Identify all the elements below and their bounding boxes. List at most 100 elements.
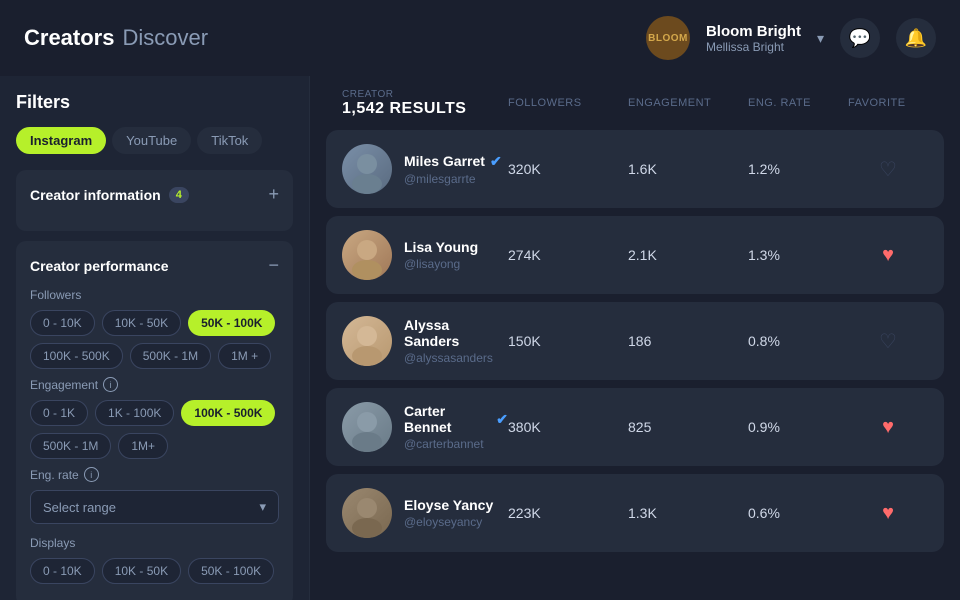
display-tag-10k-50k[interactable]: 10K - 50K <box>102 558 181 584</box>
engagement-tag-0-1k[interactable]: 0 - 1K <box>30 400 88 426</box>
follower-tag-0-10k[interactable]: 0 - 10K <box>30 310 95 336</box>
creator-card: Carter Bennet ✔ @carterbannet 380K 825 0… <box>326 388 944 466</box>
heart-icon: ♥ <box>882 244 894 266</box>
engagement-label: Engagement i <box>30 377 279 392</box>
follower-tag-1m-plus[interactable]: 1M + <box>218 343 271 369</box>
creator-eng-rate: 0.6% <box>748 505 848 521</box>
display-tag-0-10k[interactable]: 0 - 10K <box>30 558 95 584</box>
creator-eng-rate: 1.3% <box>748 247 848 263</box>
notifications-button[interactable]: 🔔 <box>896 18 936 58</box>
creator-engagement: 2.1K <box>628 247 748 263</box>
title-discover: Discover <box>122 25 208 51</box>
creator-card: Alyssa Sanders @alyssasanders 150K 186 0… <box>326 302 944 380</box>
creator-information-section: Creator information 4 + <box>16 170 293 231</box>
avatar-image <box>342 316 392 366</box>
tab-youtube[interactable]: YouTube <box>112 127 191 154</box>
follower-tag-500k-1m[interactable]: 500K - 1M <box>130 343 211 369</box>
eng-rate-dropdown[interactable]: Select range ▾ <box>30 490 279 524</box>
creator-card: Eloyse Yancy @eloyseyancy 223K 1.3K 0.6%… <box>326 474 944 552</box>
main-layout: Filters Instagram YouTube TikTok Creator… <box>0 76 960 600</box>
eng-rate-label: Eng. rate i <box>30 467 279 482</box>
creator-followers: 223K <box>508 505 628 521</box>
creator-text-info: Lisa Young @lisayong <box>404 239 478 271</box>
favorite-button[interactable]: ♥ <box>848 244 928 267</box>
favorite-button[interactable]: ♡ <box>848 157 928 182</box>
display-tags: 0 - 10K 10K - 50K 50K - 100K <box>30 558 279 584</box>
message-icon: 💬 <box>849 28 871 49</box>
creator-info-add-button[interactable]: + <box>268 184 279 205</box>
chevron-down-icon[interactable]: ▾ <box>817 30 824 47</box>
follower-tag-10k-50k[interactable]: 10K - 50K <box>102 310 181 336</box>
favorite-button[interactable]: ♥ <box>848 502 928 525</box>
engagement-tags: 0 - 1K 1K - 100K 100K - 500K 500K - 1M 1… <box>30 400 279 459</box>
tab-tiktok[interactable]: TikTok <box>197 127 262 154</box>
creator-name: Lisa Young <box>404 239 478 255</box>
creator-name: Miles Garret ✔ <box>404 153 502 170</box>
tab-instagram[interactable]: Instagram <box>16 127 106 154</box>
brand-info: Bloom Bright Mellissa Bright <box>706 23 801 54</box>
creator-list: Miles Garret ✔ @milesgarrte 320K 1.6K 1.… <box>326 130 944 552</box>
creator-info: Miles Garret ✔ @milesgarrte <box>342 144 508 194</box>
creator-engagement: 186 <box>628 333 748 349</box>
creator-performance-section: Creator performance − Followers 0 - 10K … <box>16 241 293 600</box>
favorite-button[interactable]: ♡ <box>848 329 928 354</box>
creator-handle: @eloyseyancy <box>404 515 493 529</box>
heart-icon: ♥ <box>882 416 894 438</box>
creator-eng-rate: 0.8% <box>748 333 848 349</box>
brand-name: Bloom Bright <box>706 23 801 40</box>
heart-icon: ♡ <box>879 331 897 353</box>
display-tag-50k-100k[interactable]: 50K - 100K <box>188 558 274 584</box>
creator-col-label: CREATOR <box>342 89 393 100</box>
creator-performance-collapse-button[interactable]: − <box>268 255 279 276</box>
engagement-tag-1m-plus[interactable]: 1M+ <box>118 433 168 459</box>
filters-title: Filters <box>16 92 293 113</box>
engagement-tag-500k-1m[interactable]: 500K - 1M <box>30 433 111 459</box>
follower-tag-50k-100k[interactable]: 50K - 100K <box>188 310 275 336</box>
engagement-col-header: ENGAGEMENT <box>628 97 748 109</box>
favorite-button[interactable]: ♥ <box>848 416 928 439</box>
creator-name: Eloyse Yancy <box>404 497 493 513</box>
creator-info: Alyssa Sanders @alyssasanders <box>342 316 508 366</box>
creator-eng-rate: 1.2% <box>748 161 848 177</box>
results-count-cell: CREATOR 1,542 results <box>342 88 508 118</box>
creator-name: Carter Bennet ✔ <box>404 403 508 435</box>
creator-handle: @carterbannet <box>404 437 508 451</box>
creator-avatar <box>342 488 392 538</box>
avatar-image <box>342 144 392 194</box>
creator-avatar <box>342 316 392 366</box>
creator-text-info: Miles Garret ✔ @milesgarrte <box>404 153 502 186</box>
main-content: CREATOR 1,542 results FOLLOWERS ENGAGEME… <box>310 76 960 600</box>
brand-logo: BLOOM <box>646 16 690 60</box>
creator-followers: 274K <box>508 247 628 263</box>
follower-tags: 0 - 10K 10K - 50K 50K - 100K 100K - 500K… <box>30 310 279 369</box>
engagement-tag-100k-500k[interactable]: 100K - 500K <box>181 400 275 426</box>
creator-information-title: Creator information 4 <box>30 187 189 203</box>
creator-text-info: Carter Bennet ✔ @carterbannet <box>404 403 508 451</box>
creator-info: Carter Bennet ✔ @carterbannet <box>342 402 508 452</box>
displays-label: Displays <box>30 536 279 550</box>
followers-col-header: FOLLOWERS <box>508 97 628 109</box>
creator-performance-header: Creator performance − <box>30 255 279 276</box>
creator-info: Lisa Young @lisayong <box>342 230 508 280</box>
follower-tag-100k-500k[interactable]: 100K - 500K <box>30 343 123 369</box>
creator-followers: 380K <box>508 419 628 435</box>
creator-handle: @lisayong <box>404 257 478 271</box>
results-header: CREATOR 1,542 results FOLLOWERS ENGAGEME… <box>326 76 944 130</box>
app-title: Creators Discover <box>24 25 208 51</box>
avatar-image <box>342 230 392 280</box>
creator-avatar <box>342 230 392 280</box>
creator-performance-title: Creator performance <box>30 258 169 274</box>
verified-icon: ✔ <box>490 153 502 170</box>
avatar-image <box>342 488 392 538</box>
creator-handle: @milesgarrte <box>404 172 502 186</box>
creator-handle: @alyssasanders <box>404 351 508 365</box>
avatar-image <box>342 402 392 452</box>
displays-section: Displays 0 - 10K 10K - 50K 50K - 100K <box>30 536 279 584</box>
creator-text-info: Alyssa Sanders @alyssasanders <box>404 317 508 365</box>
dropdown-chevron-icon: ▾ <box>259 499 266 515</box>
creator-engagement: 825 <box>628 419 748 435</box>
creator-card: Lisa Young @lisayong 274K 2.1K 1.3% ♥ <box>326 216 944 294</box>
favorite-col-header: FAVORITE <box>848 97 928 109</box>
engagement-tag-1k-100k[interactable]: 1K - 100K <box>95 400 174 426</box>
messages-button[interactable]: 💬 <box>840 18 880 58</box>
